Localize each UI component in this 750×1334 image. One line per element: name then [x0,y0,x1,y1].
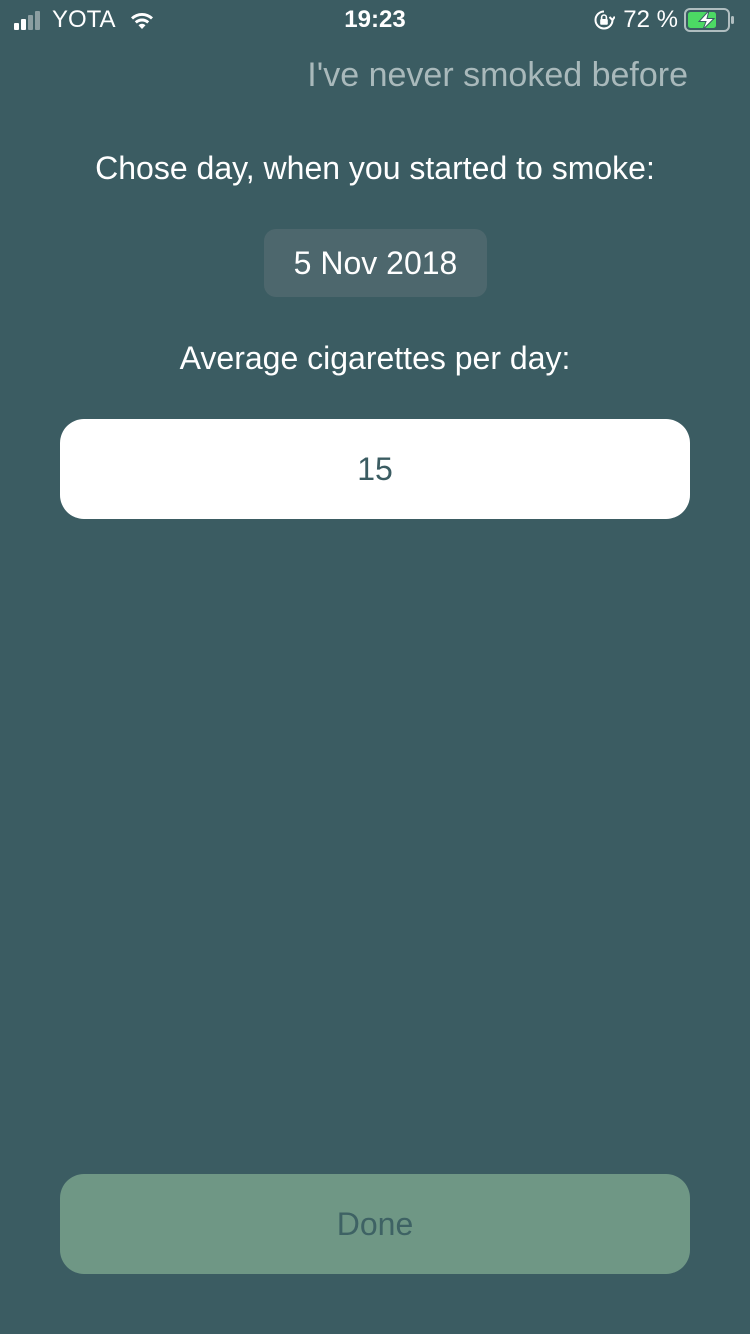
start-date-picker[interactable]: 5 Nov 2018 [264,229,487,297]
battery-charging-icon [684,8,734,32]
battery-percent: 72 % [623,6,678,33]
status-right: 72 % [593,7,736,33]
cigarettes-per-day-label: Average cigarettes per day: [179,340,571,376]
onboarding-screen: YOTA 19:23 72 % I've never smoked before… [0,0,750,1334]
cigarettes-per-day-input[interactable] [60,419,690,519]
start-date-label: Chose day, when you started to smoke: [95,150,655,186]
never-smoked-button[interactable]: I've never smoked before [307,56,688,94]
orientation-lock-icon [594,10,616,30]
status-bar: YOTA 19:23 72 % [0,0,750,40]
done-button[interactable]: Done [60,1174,690,1274]
